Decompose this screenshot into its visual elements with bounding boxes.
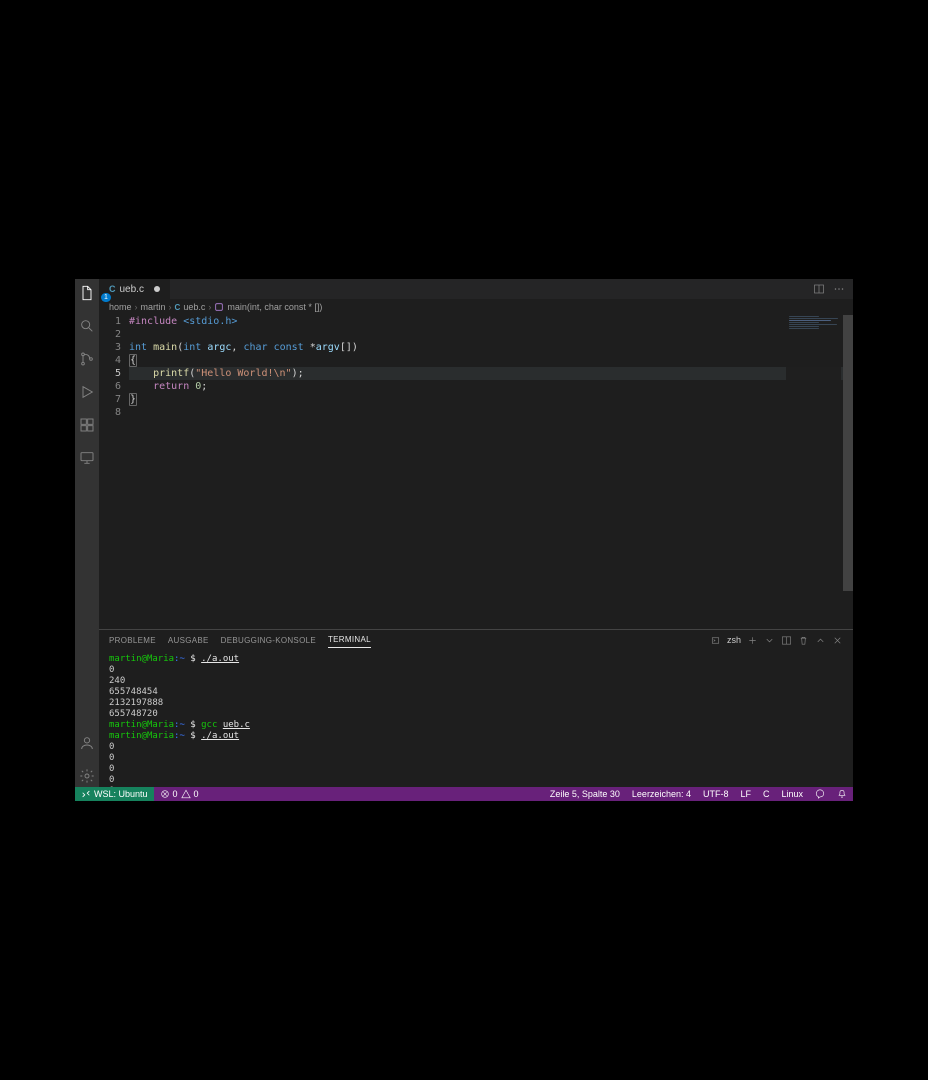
extensions-icon[interactable]	[79, 417, 95, 436]
vscode-window: 1	[75, 279, 853, 801]
breadcrumb[interactable]: home › martin › C ueb.c › main(int, char…	[99, 299, 853, 315]
settings-gear-icon[interactable]	[79, 768, 95, 787]
line-gutter: 12345678	[99, 315, 129, 629]
bottom-panel: PROBLEME AUSGABE DEBUGGING-KONSOLE TERMI…	[99, 629, 853, 787]
breadcrumb-file[interactable]: ueb.c	[183, 302, 205, 312]
notifications-icon[interactable]	[831, 789, 853, 799]
code-editor[interactable]: 12345678 #include <stdio.h>int main(int …	[99, 315, 853, 629]
panel-tab-debug[interactable]: DEBUGGING-KONSOLE	[221, 633, 316, 648]
explorer-icon[interactable]: 1	[79, 285, 95, 304]
indentation[interactable]: Leerzeichen: 4	[626, 789, 697, 799]
file-lang-icon: C	[175, 303, 181, 312]
split-terminal-icon[interactable]	[781, 635, 792, 646]
new-terminal-icon[interactable]	[747, 635, 758, 646]
dirty-indicator-icon	[154, 286, 160, 292]
explorer-badge: 1	[101, 293, 111, 302]
warning-icon	[181, 789, 191, 799]
more-actions-icon[interactable]	[833, 283, 845, 295]
encoding[interactable]: UTF-8	[697, 789, 735, 799]
remote-indicator[interactable]: WSL: Ubuntu	[75, 787, 154, 801]
source-control-icon[interactable]	[79, 351, 95, 370]
status-bar: WSL: Ubuntu 0 0 Zeile 5, Spalte 30 Leerz…	[75, 787, 853, 801]
breadcrumb-seg[interactable]: home	[109, 302, 132, 312]
code-area[interactable]: #include <stdio.h>int main(int argc, cha…	[129, 315, 853, 629]
run-debug-icon[interactable]	[79, 384, 95, 403]
breadcrumb-seg[interactable]: martin	[141, 302, 166, 312]
panel-tab-output[interactable]: AUSGABE	[168, 633, 209, 648]
scrollbar-thumb[interactable]	[843, 315, 853, 591]
breadcrumb-symbol[interactable]: main(int, char const * [])	[227, 302, 322, 312]
feedback-icon[interactable]	[809, 789, 831, 799]
kill-terminal-icon[interactable]	[798, 635, 809, 646]
accounts-icon[interactable]	[79, 735, 95, 754]
problems-status[interactable]: 0 0	[154, 789, 205, 799]
tab-filename: ueb.c	[120, 284, 144, 295]
terminal-dropdown-icon[interactable]	[764, 635, 775, 646]
panel-tabbar: PROBLEME AUSGABE DEBUGGING-KONSOLE TERMI…	[99, 630, 853, 650]
terminal[interactable]: martin@Maria:~ $ ./a.out0240655748454213…	[99, 650, 853, 787]
terminal-profile-icon[interactable]	[710, 635, 721, 646]
maximize-panel-icon[interactable]	[815, 635, 826, 646]
editor-scrollbar[interactable]	[843, 315, 853, 629]
cursor-position[interactable]: Zeile 5, Spalte 30	[544, 789, 626, 799]
activity-bar: 1	[75, 279, 99, 787]
language-mode[interactable]: C	[757, 789, 776, 799]
remote-explorer-icon[interactable]	[79, 450, 95, 469]
panel-tab-problems[interactable]: PROBLEME	[109, 633, 156, 648]
os-label[interactable]: Linux	[775, 789, 809, 799]
editor-tabbar: C ueb.c	[99, 279, 853, 299]
minimap[interactable]	[786, 315, 841, 629]
panel-tab-terminal[interactable]: TERMINAL	[328, 632, 371, 648]
file-lang-icon: C	[109, 284, 116, 294]
split-editor-icon[interactable]	[813, 283, 825, 295]
close-panel-icon[interactable]	[832, 635, 843, 646]
error-icon	[160, 789, 170, 799]
search-icon[interactable]	[79, 318, 95, 337]
eol[interactable]: LF	[734, 789, 757, 799]
remote-icon	[81, 789, 91, 799]
symbol-method-icon	[214, 302, 224, 312]
terminal-shell-label: zsh	[727, 635, 741, 645]
